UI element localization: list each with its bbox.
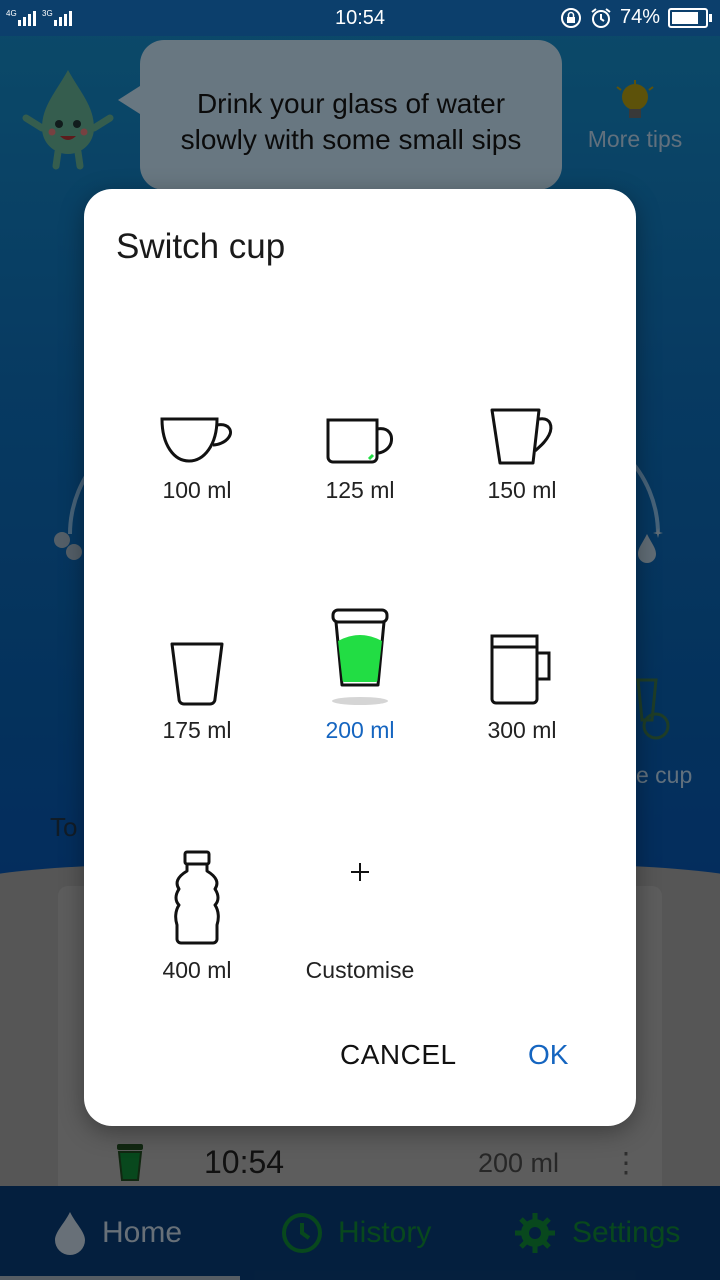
cup-option-100ml[interactable]: 100 ml [112, 317, 282, 517]
alarm-icon [591, 7, 611, 28]
tall-mug-icon [490, 408, 553, 465]
ok-button[interactable]: OK [528, 1039, 568, 1071]
cup-option-label: 300 ml [487, 717, 557, 743]
cup-option-label: 400 ml [162, 957, 232, 983]
cup-option-label: 175 ml [162, 717, 232, 743]
cup-option-label: 150 ml [487, 477, 557, 503]
selected-shadow [332, 697, 388, 705]
switch-cup-dialog: Switch cup 100 ml 125 ml 150 ml 175 ml 2… [84, 189, 636, 1126]
cup-option-150ml[interactable]: 150 ml [437, 317, 607, 517]
cup-option-400ml[interactable]: 400 ml [112, 797, 282, 997]
cup-option-label: Customise [305, 957, 415, 983]
battery-percent: 74% [619, 6, 660, 28]
cup-option-175ml[interactable]: 175 ml [112, 557, 282, 757]
status-bar-overlay: 4G 3G 10:54 74% [0, 0, 720, 36]
battery-icon [668, 7, 712, 28]
cup-option-300ml[interactable]: 300 ml [437, 557, 607, 757]
plus-icon [351, 863, 369, 881]
mug-icon [326, 418, 393, 464]
cup-option-label: 125 ml [325, 477, 395, 503]
cup-option-200ml[interactable]: 200 ml [275, 557, 445, 757]
cup-option-label: 200 ml [325, 717, 395, 743]
teacup-icon [160, 417, 232, 463]
cup-option-125ml[interactable]: 125 ml [275, 317, 445, 517]
dialog-title: Switch cup [116, 227, 286, 266]
cancel-button[interactable]: CANCEL [340, 1039, 457, 1071]
glass-icon [170, 642, 224, 706]
takeaway-cup-icon [331, 608, 389, 687]
bottle-icon [174, 850, 220, 945]
cup-option-label: 100 ml [162, 477, 232, 503]
status-right: 74% [560, 6, 712, 29]
rotation-lock-icon [560, 7, 581, 28]
cup-option-customise[interactable]: Customise [275, 797, 445, 997]
beer-mug-icon [490, 634, 551, 705]
